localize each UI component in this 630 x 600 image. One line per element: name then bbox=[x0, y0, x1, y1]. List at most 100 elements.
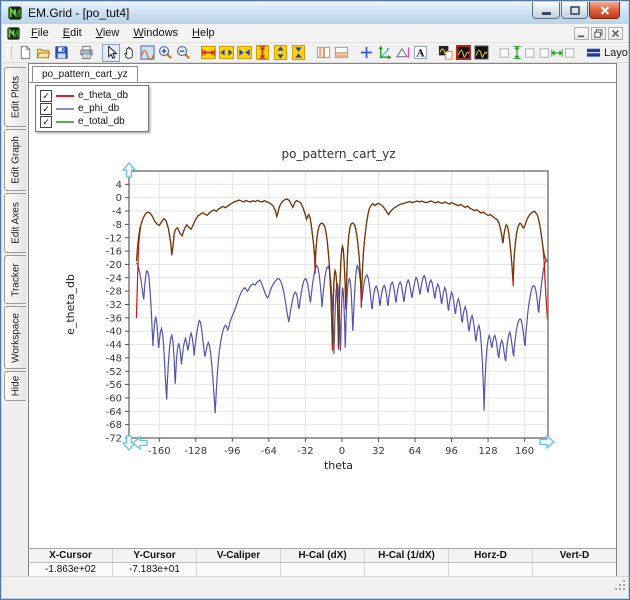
window-title: EM.Grid - [po_tut4] bbox=[28, 6, 129, 20]
letter-a-icon: A bbox=[413, 45, 428, 60]
scroll-x-button[interactable] bbox=[217, 44, 235, 62]
tick-label-x: 0 bbox=[339, 446, 345, 457]
add-marker-button[interactable] bbox=[357, 44, 375, 62]
document-tab[interactable]: po_pattern_cart_yz bbox=[32, 66, 138, 82]
legend-checkbox[interactable]: ✓ bbox=[40, 90, 52, 102]
tracker-column-header: V-Caliper bbox=[197, 549, 281, 562]
tracker-value-cell bbox=[365, 563, 449, 577]
sidebar-tab-edit-graph[interactable]: Edit Graph bbox=[4, 129, 26, 191]
tick-label-y: -36 bbox=[106, 313, 122, 324]
tick-label-x: 96 bbox=[445, 446, 458, 457]
tick-label-y: -20 bbox=[106, 260, 122, 271]
menu-view[interactable]: View bbox=[89, 25, 127, 41]
split-vertical-button[interactable] bbox=[314, 44, 332, 62]
tracker-value-cell bbox=[533, 563, 616, 577]
tick-label-y: -64 bbox=[106, 407, 122, 418]
caption-buttons bbox=[531, 2, 620, 19]
legend-box: ✓e_theta_db✓e_phi_db✓e_total_db bbox=[35, 85, 149, 132]
zoom-out-button[interactable] bbox=[174, 44, 192, 62]
close-button[interactable] bbox=[589, 2, 620, 19]
layout-button-label[interactable]: Layout bbox=[604, 47, 628, 59]
tick-label-x: 128 bbox=[479, 446, 498, 457]
tick-label-y: -8 bbox=[112, 220, 122, 231]
tick-label-x: -64 bbox=[261, 446, 277, 457]
new-plot-button[interactable] bbox=[436, 44, 454, 62]
sidebar-tab-tracker[interactable]: Tracker bbox=[4, 255, 26, 304]
trace-wave-icon bbox=[140, 45, 155, 60]
close-icon bbox=[600, 6, 610, 15]
arrows-v-scroll-icon bbox=[273, 45, 288, 60]
add-shape-button[interactable] bbox=[393, 44, 411, 62]
split-horizontal-button[interactable] bbox=[332, 44, 350, 62]
mdi-minimize-button[interactable] bbox=[574, 27, 589, 40]
expand-x-button[interactable] bbox=[199, 44, 217, 62]
sidebar-tab-workspace[interactable]: Workspace bbox=[4, 306, 26, 369]
shrink-y-button[interactable] bbox=[289, 44, 307, 62]
legend-item: ✓ e_theta_db bbox=[40, 89, 144, 102]
expand-y-button[interactable] bbox=[253, 44, 271, 62]
tick-label-y: -72 bbox=[106, 434, 122, 445]
menu-help[interactable]: Help bbox=[185, 25, 222, 41]
tracker-column-header: Vert-D bbox=[533, 549, 616, 562]
menu-file[interactable]: File bbox=[24, 25, 56, 41]
zoom-in-button[interactable] bbox=[156, 44, 174, 62]
sidebar-tab-label: Edit Axes bbox=[10, 202, 21, 244]
dark-plot-button[interactable] bbox=[472, 44, 490, 62]
legend-checkbox[interactable]: ✓ bbox=[40, 116, 52, 128]
select-mode-button[interactable] bbox=[102, 44, 120, 62]
chart[interactable]: -160-128-96-64-32032649612816040-4-8-12-… bbox=[62, 141, 582, 476]
menu-windows[interactable]: Windows bbox=[126, 25, 185, 41]
print-button[interactable] bbox=[77, 44, 95, 62]
sidebar-tab-label: Tracker bbox=[10, 263, 21, 297]
zoom-in-icon bbox=[158, 45, 173, 60]
shrink-x-button[interactable] bbox=[235, 44, 253, 62]
printer-icon bbox=[79, 45, 94, 60]
mdi-restore-button[interactable] bbox=[591, 27, 606, 40]
tracker-value-cell bbox=[197, 563, 281, 577]
trace-mode-button[interactable] bbox=[138, 44, 156, 62]
status-bar bbox=[2, 576, 628, 598]
legend-line-swatch bbox=[56, 95, 74, 97]
scroll-y-button[interactable] bbox=[271, 44, 289, 62]
svg-text:A: A bbox=[415, 47, 425, 59]
menu-edit[interactable]: Edit bbox=[56, 25, 89, 41]
document-icon[interactable] bbox=[7, 27, 24, 40]
dark-plot-active-button[interactable] bbox=[454, 44, 472, 62]
legend-label: e_theta_db bbox=[78, 90, 128, 101]
plus-cross-icon bbox=[359, 45, 374, 60]
legend-checkbox[interactable]: ✓ bbox=[40, 103, 52, 115]
resize-grip[interactable] bbox=[614, 578, 626, 596]
add-text-button[interactable]: A bbox=[411, 44, 429, 62]
tracker-value-cell bbox=[449, 563, 533, 577]
pan-hand-icon bbox=[122, 45, 137, 60]
pan-mode-button[interactable] bbox=[120, 44, 138, 62]
legend-label: e_total_db bbox=[78, 116, 125, 127]
tick-label-x: 32 bbox=[372, 446, 385, 457]
app-window: EM.Grid - [po_tut4] FileEditViewWindowsH… bbox=[0, 0, 630, 600]
legend-line-swatch bbox=[56, 108, 74, 110]
open-file-button[interactable] bbox=[34, 44, 52, 62]
maximize-button[interactable] bbox=[561, 2, 588, 19]
triangle-icon bbox=[395, 45, 410, 60]
x-limits-toggle[interactable] bbox=[537, 44, 577, 62]
sidebar-tab-hide[interactable]: Hide bbox=[4, 371, 26, 401]
sidebar-tab-edit-plots[interactable]: Edit Plots bbox=[4, 67, 26, 127]
save-button[interactable] bbox=[52, 44, 70, 62]
split-horizontal-icon bbox=[334, 45, 349, 60]
mdi-close-button[interactable] bbox=[608, 27, 623, 40]
layout-button[interactable] bbox=[584, 44, 602, 62]
tick-label-y: -44 bbox=[106, 340, 122, 351]
tick-label-x: -32 bbox=[297, 446, 313, 457]
axis-extend-left-arrow-icon[interactable] bbox=[133, 437, 147, 449]
toolbar-grip[interactable] bbox=[7, 46, 12, 60]
sidebar-tab-label: Workspace bbox=[10, 313, 21, 363]
tick-label-x: -96 bbox=[224, 446, 240, 457]
edit-axes-button[interactable] bbox=[375, 44, 393, 62]
sidebar-tab-edit-axes[interactable]: Edit Axes bbox=[4, 193, 26, 253]
minimize-button[interactable] bbox=[532, 2, 560, 19]
y-limits-toggle[interactable] bbox=[497, 44, 537, 62]
arrows-v-shrink-icon bbox=[291, 45, 306, 60]
new-file-button[interactable] bbox=[16, 44, 34, 62]
arrows-h-expand-icon bbox=[201, 45, 216, 60]
app-icon[interactable] bbox=[8, 6, 22, 20]
